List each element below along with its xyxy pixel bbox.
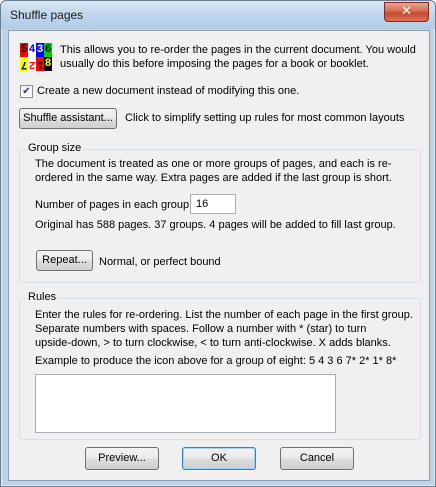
shuffle-assistant-description: Click to simplify setting up rules for m… <box>125 112 405 124</box>
shuffle-assistant-button[interactable]: Shuffle assistant... <box>19 108 117 129</box>
intro-line-2: usually do this before imposing the page… <box>60 58 369 70</box>
shuffle-pages-dialog: Shuffle pages ✕ 5 4 3 6 7 2 1 8 This all… <box>0 0 436 487</box>
rules-desc-3: upside-down, > to turn clockwise, < to t… <box>35 337 391 349</box>
repeat-description: Normal, or perfect bound <box>99 256 221 268</box>
group-size-title: Group size <box>26 142 84 154</box>
rules-textarea[interactable] <box>35 374 336 433</box>
group-size-desc-2: ordered in the same way. Extra pages are… <box>35 172 392 184</box>
group-size-desc-1: The document is treated as one or more g… <box>35 158 392 170</box>
dialog-client-area: 5 4 3 6 7 2 1 8 This allows you to re-or… <box>8 30 430 481</box>
pages-per-group-input[interactable]: 16 <box>190 194 236 214</box>
group-size-summary: Original has 588 pages. 37 groups. 4 pag… <box>35 219 396 231</box>
title-bar[interactable]: Shuffle pages ✕ <box>1 1 435 29</box>
repeat-button[interactable]: Repeat... <box>36 250 93 271</box>
rules-title: Rules <box>26 291 59 303</box>
pages-per-group-label: Number of pages in each group: <box>35 199 193 211</box>
window-title: Shuffle pages <box>10 8 84 22</box>
create-new-document-checkbox[interactable]: ✔ <box>20 85 33 98</box>
close-button[interactable]: ✕ <box>384 2 429 22</box>
cancel-button[interactable]: Cancel <box>280 447 354 470</box>
preview-button[interactable]: Preview... <box>85 447 159 470</box>
create-new-document-label[interactable]: Create a new document instead of modifyi… <box>37 85 299 97</box>
intro-line-1: This allows you to re-order the pages in… <box>60 44 416 56</box>
shuffle-pages-icon: 5 4 3 6 7 2 1 8 <box>20 43 52 71</box>
rules-desc-1: Enter the rules for re-ordering. List th… <box>35 309 413 321</box>
rules-desc-2: Separate numbers with spaces. Follow a n… <box>35 323 367 335</box>
ok-button[interactable]: OK <box>182 447 256 470</box>
rules-example: Example to produce the icon above for a … <box>35 355 397 367</box>
